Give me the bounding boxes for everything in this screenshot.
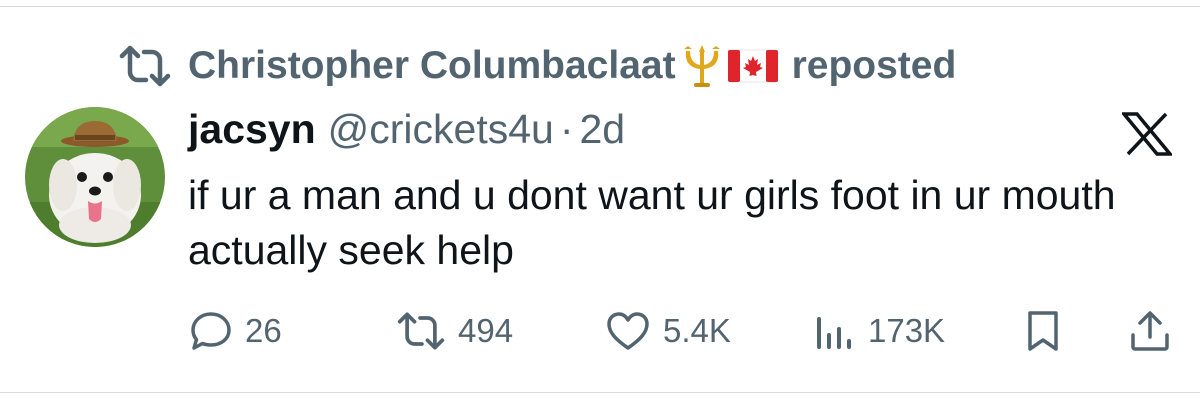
repost-button[interactable]: 494 <box>396 306 513 356</box>
timestamp[interactable]: 2d <box>580 106 626 153</box>
like-count: 5.4K <box>663 312 731 349</box>
views-button[interactable]: 173K <box>812 306 945 356</box>
top-divider <box>0 6 1200 7</box>
user-handle[interactable]: @crickets4u <box>328 106 554 153</box>
bottom-divider <box>0 392 1200 393</box>
bookmark-icon <box>1025 309 1061 353</box>
display-name[interactable]: jacsyn <box>188 106 316 153</box>
reply-count: 26 <box>245 312 282 349</box>
share-button[interactable] <box>1128 306 1172 356</box>
views-bar-icon <box>812 309 856 353</box>
like-button[interactable]: 5.4K <box>605 306 731 356</box>
tweet-actions: 26 494 5.4K 173K <box>0 306 1200 356</box>
reposted-label: reposted <box>791 44 957 87</box>
canada-flag-icon <box>727 48 778 84</box>
reply-button[interactable]: 26 <box>189 306 282 356</box>
views-count: 173K <box>868 312 946 349</box>
tweet-text: if ur a man and u dont want ur girls foo… <box>188 172 1116 273</box>
bookmark-button[interactable] <box>1025 306 1061 356</box>
reposter-name[interactable]: Christopher Columbaclaat <box>188 44 676 88</box>
avatar[interactable] <box>25 107 165 247</box>
heart-icon <box>605 309 651 353</box>
repost-count: 494 <box>458 312 514 349</box>
separator-dot: · <box>559 106 574 152</box>
x-logo-icon <box>1120 112 1174 156</box>
repost-action-icon <box>396 309 446 353</box>
repost-context[interactable]: Christopher Columbaclaat reposted <box>118 42 956 90</box>
share-icon <box>1128 309 1172 353</box>
tweet-header: jacsyn @crickets4u · 2d <box>188 106 625 158</box>
reply-icon <box>189 309 233 353</box>
repost-icon <box>118 44 172 88</box>
trident-emblem-icon <box>680 43 724 89</box>
